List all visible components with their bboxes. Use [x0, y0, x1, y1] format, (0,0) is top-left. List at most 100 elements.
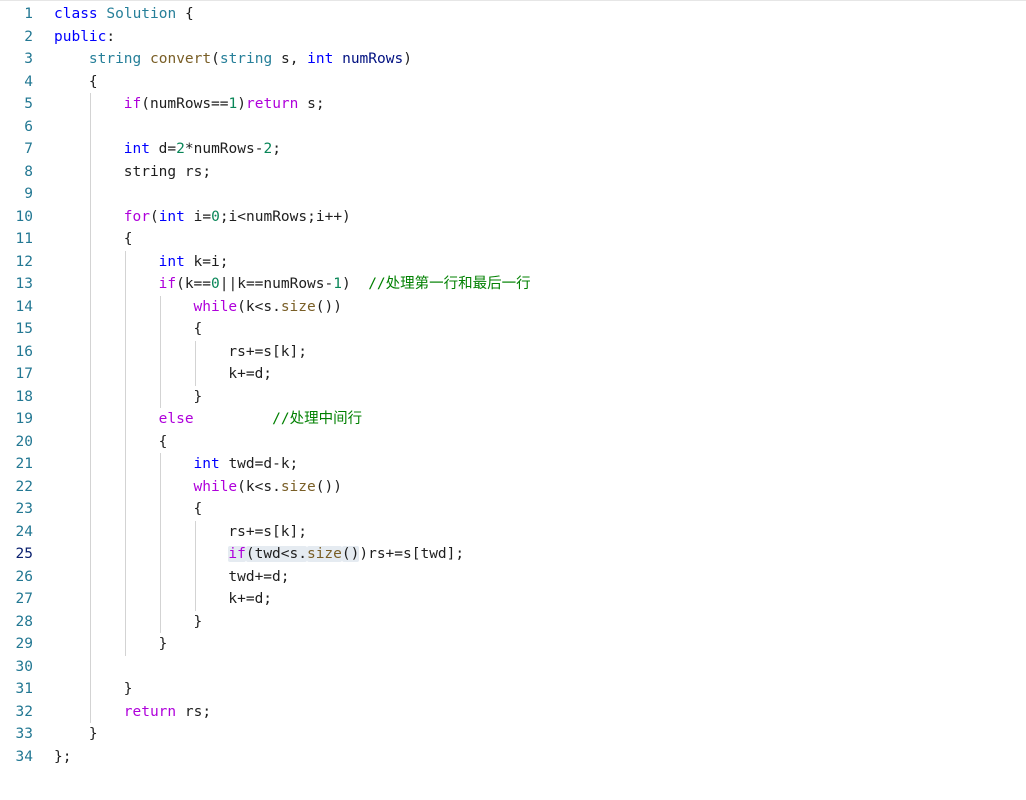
- code-line-31[interactable]: 31}: [0, 678, 1026, 701]
- indent-guide: [89, 340, 91, 363]
- indent-guide: [124, 273, 126, 296]
- line-number: 11: [15, 231, 33, 247]
- code-line-17[interactable]: 17 k+=d;: [0, 363, 1026, 386]
- code-text: class Solution {: [54, 3, 194, 26]
- code-token: }: [123, 681, 133, 697]
- code-line-20[interactable]: 20 {: [0, 430, 1026, 453]
- code-line-21[interactable]: 21 int twd=d-k;: [0, 453, 1026, 476]
- code-token: (: [149, 208, 159, 225]
- code-token: convert: [150, 51, 212, 67]
- code-line-28[interactable]: 28}: [0, 610, 1026, 634]
- code-text: twd+=d;: [228, 566, 289, 589]
- code-token: (): [341, 546, 360, 562]
- code-line-34[interactable]: 34};: [0, 746, 1026, 769]
- code-token: //处理第一行和最后一行: [368, 276, 531, 292]
- code-line-10[interactable]: 10 for(int i=0;i<numRows;i++): [0, 205, 1026, 228]
- indent-guide: [89, 430, 91, 453]
- line-number: 22: [15, 478, 33, 495]
- code-token: size: [280, 478, 316, 495]
- code-line-30[interactable]: 30: [0, 655, 1026, 678]
- line-number: 31: [15, 681, 33, 697]
- code-line-29[interactable]: 29}: [0, 633, 1026, 656]
- code-line-18[interactable]: 18}: [0, 385, 1026, 409]
- code-line-16[interactable]: 16 rs+=s[k];: [0, 340, 1026, 364]
- indent-guide: [124, 408, 126, 431]
- code-text: int d=2*numRows-2;: [124, 138, 281, 161]
- code-token: 1: [333, 276, 342, 292]
- line-number: 26: [15, 568, 33, 585]
- code-line-13[interactable]: 13 if(k==0||k==numRows-1) //处理第一行和最后一行: [0, 273, 1026, 296]
- code-token: {: [176, 6, 194, 22]
- indent-guide: [194, 340, 196, 363]
- indent-guide: [124, 340, 126, 363]
- code-token: if: [158, 276, 177, 292]
- code-line-7[interactable]: 7 int d=2*numRows-2;: [0, 138, 1026, 161]
- code-line-32[interactable]: 32 return rs;: [0, 700, 1026, 724]
- code-line-14[interactable]: 14 while(k<s.size()): [0, 295, 1026, 318]
- code-line-4[interactable]: 4{: [0, 71, 1026, 94]
- line-number: 21: [15, 456, 33, 472]
- indent-guide: [89, 633, 91, 656]
- code-token: else: [158, 411, 194, 427]
- indent-guide: [89, 520, 91, 543]
- indent-guide: [194, 543, 196, 566]
- code-line-3[interactable]: 3 string convert(string s, int numRows): [0, 48, 1026, 71]
- code-token: while: [193, 298, 238, 315]
- code-line-26[interactable]: 26 twd+=d;: [0, 565, 1026, 589]
- indent-guide: [89, 363, 91, 386]
- indent-guide: [89, 318, 91, 341]
- line-number: 7: [24, 141, 33, 157]
- line-number: 32: [15, 703, 33, 720]
- code-line-22[interactable]: 22 while(k<s.size()): [0, 475, 1026, 499]
- code-text: else //处理中间行: [159, 408, 362, 431]
- code-line-33[interactable]: 33}: [0, 723, 1026, 746]
- indent-guide: [89, 385, 91, 408]
- code-text: }: [194, 611, 203, 634]
- indent-guide: [159, 340, 161, 363]
- indent-guide: [124, 498, 126, 521]
- code-text: k+=d;: [228, 588, 272, 611]
- code-token: 0: [211, 276, 220, 292]
- code-line-23[interactable]: 23 {: [0, 498, 1026, 521]
- code-line-12[interactable]: 12 int k=i;: [0, 250, 1026, 273]
- code-token: (twd<s.: [245, 546, 307, 562]
- code-line-24[interactable]: 24 rs+=s[k];: [0, 520, 1026, 543]
- code-token: s;: [298, 96, 325, 112]
- line-number: 20: [15, 433, 33, 450]
- indent-guide: [89, 588, 91, 611]
- code-text: while(k<s.size()): [194, 476, 342, 499]
- code-line-2[interactable]: 2 public:: [0, 26, 1026, 49]
- code-line-15[interactable]: 15 {: [0, 318, 1026, 341]
- indent-guide: [194, 588, 196, 611]
- indent-guide: [159, 498, 161, 521]
- code-line-19[interactable]: 19 else //处理中间行: [0, 408, 1026, 431]
- code-token: (: [211, 51, 220, 67]
- code-token: public: [54, 28, 107, 45]
- code-line-9[interactable]: 9: [0, 183, 1026, 206]
- indent-guide: [124, 610, 126, 633]
- indent-guide: [89, 655, 91, 678]
- line-number: 4: [24, 73, 33, 90]
- code-token: return: [246, 96, 299, 112]
- code-line-6[interactable]: 6: [0, 115, 1026, 138]
- code-token: size: [280, 298, 316, 315]
- code-line-27[interactable]: 27 k+=d;: [0, 588, 1026, 611]
- code-token: int: [158, 253, 185, 270]
- code-token: class: [54, 6, 98, 22]
- code-text: rs+=s[k];: [228, 341, 307, 364]
- code-text: }: [89, 723, 98, 746]
- code-line-5[interactable]: 5 if(numRows==1)return s;: [0, 93, 1026, 116]
- code-text: string convert(string s, int numRows): [89, 48, 412, 71]
- code-token: rs;: [176, 703, 212, 720]
- code-line-25[interactable]: 25 if(twd<s.size())rs+=s[twd];: [0, 543, 1026, 566]
- code-line-11[interactable]: 11 {: [0, 228, 1026, 251]
- code-line-1[interactable]: 1 class Solution {: [0, 3, 1026, 26]
- code-text: }: [159, 633, 168, 656]
- code-token: :: [106, 28, 116, 45]
- code-line-8[interactable]: 8 string rs;: [0, 160, 1026, 183]
- code-editor[interactable]: 1 class Solution {2 public: 3 string convert…: [0, 0, 1026, 800]
- code-text: return rs;: [124, 701, 211, 724]
- indent-guide: [124, 520, 126, 543]
- code-text: }: [194, 386, 203, 409]
